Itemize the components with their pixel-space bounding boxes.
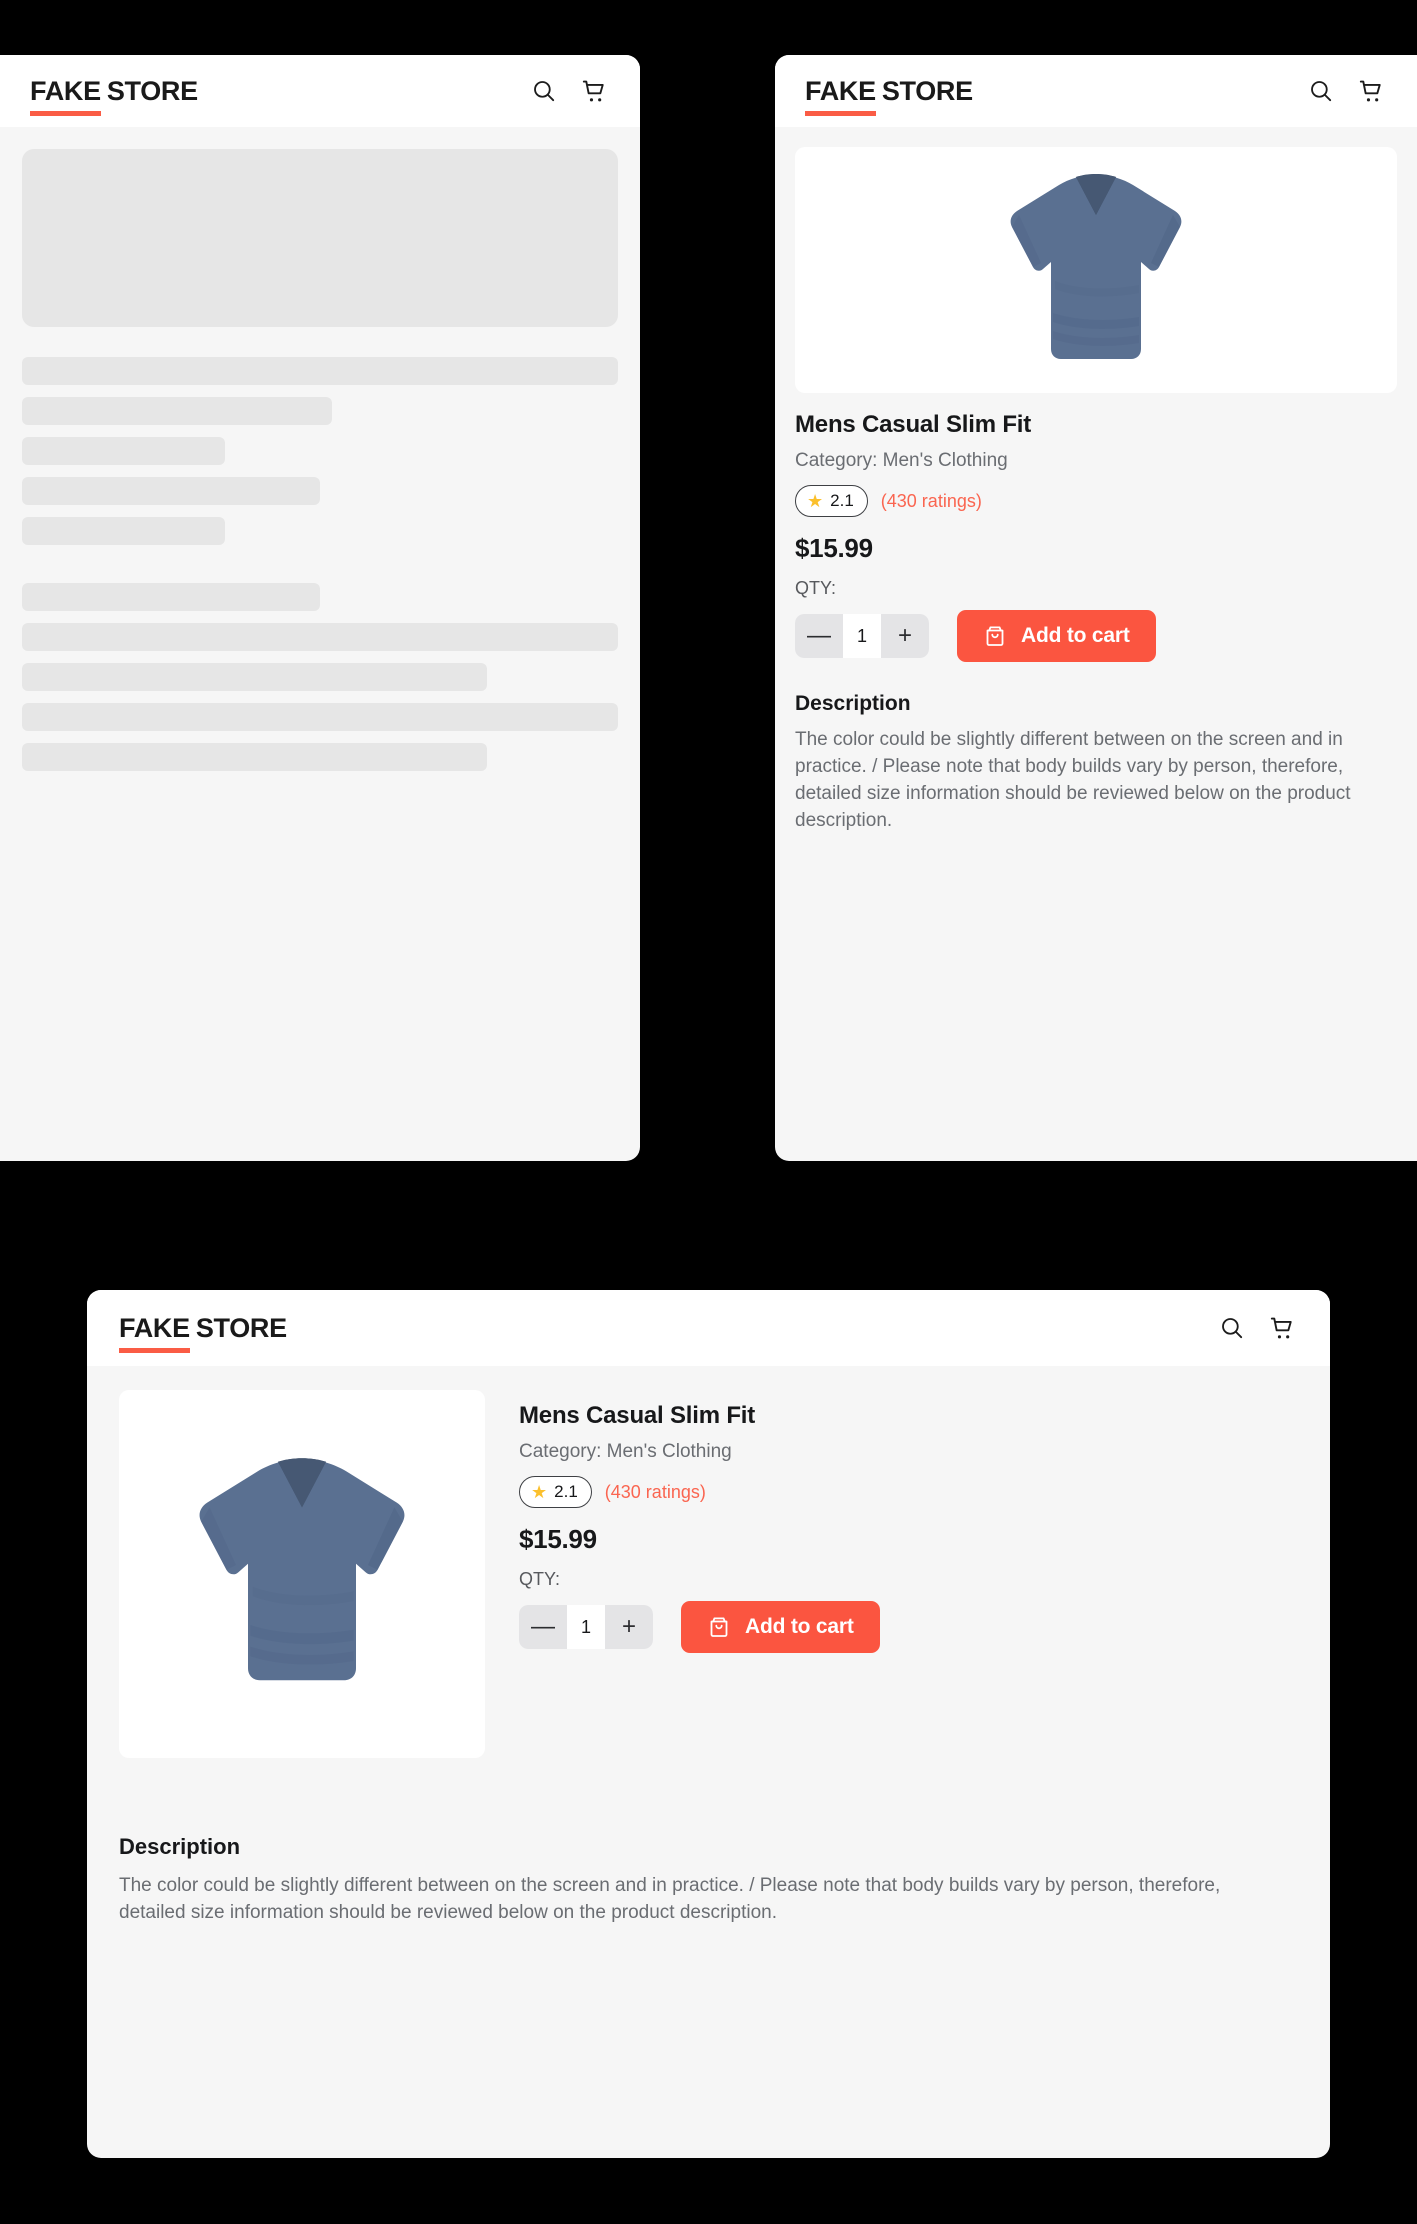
product-image[interactable] [119, 1390, 485, 1758]
shopping-cart-icon[interactable] [578, 75, 610, 107]
rating-count: (430 ratings) [604, 1481, 706, 1502]
logo-text-secondary: STORE [106, 75, 198, 106]
logo-text-secondary: STORE [195, 1312, 287, 1343]
store-logo[interactable]: FAKE STORE [805, 75, 973, 116]
search-icon[interactable] [1216, 1312, 1248, 1344]
add-to-cart-label: Add to cart [1021, 624, 1130, 647]
shopping-bag-icon [707, 1615, 731, 1639]
description-text: The color could be slightly different be… [795, 729, 1351, 831]
quantity-decrement-button[interactable]: — [519, 1605, 567, 1649]
panel-product-detail-mobile: FAKE STORE Mens Casual Slim Fit Category… [775, 55, 1417, 1161]
product-image[interactable] [795, 147, 1397, 393]
description-section: Description The color could be slightly … [119, 1758, 1298, 1927]
store-header: FAKE STORE [775, 55, 1417, 127]
rating-count: (430 ratings) [880, 490, 982, 511]
description-text: The color could be slightly different be… [119, 1875, 1221, 1923]
quantity-stepper[interactable]: — 1 + [795, 614, 929, 658]
logo-text-primary: FAKE [30, 75, 101, 116]
add-to-cart-button[interactable]: Add to cart [957, 610, 1156, 662]
skeleton-line [22, 583, 320, 611]
rating-badge: ★ 2.1 [795, 485, 868, 517]
skeleton-line [22, 437, 225, 465]
product-category: Category: Men's Clothing [795, 450, 1008, 471]
shopping-bag-icon [983, 624, 1007, 648]
header-actions [528, 75, 610, 107]
product-info: Mens Casual Slim Fit Category: Men's Clo… [795, 393, 1397, 835]
screenshot-stage: FAKE STORE FAKE STORE Mens Casual Slim F… [0, 0, 1417, 2224]
quantity-decrement-button[interactable]: — [795, 614, 843, 658]
search-icon[interactable] [528, 75, 560, 107]
product-title: Mens Casual Slim Fit [795, 411, 1032, 438]
star-icon: ★ [807, 491, 824, 511]
store-header: FAKE STORE [0, 55, 640, 127]
product-detail-top: Mens Casual Slim Fit Category: Men's Clo… [119, 1390, 1298, 1758]
logo-text-primary: FAKE [119, 1312, 190, 1353]
skeleton-body [0, 127, 640, 771]
panel-loading-skeleton: FAKE STORE [0, 55, 640, 1161]
store-header: FAKE STORE [87, 1290, 1330, 1366]
rating-row: ★ 2.1 (430 ratings) [519, 1476, 1298, 1508]
product-info: Mens Casual Slim Fit Category: Men's Clo… [519, 1390, 1298, 1653]
skeleton-hero-block [22, 149, 618, 327]
rating-value: 2.1 [830, 491, 854, 510]
skeleton-line [22, 663, 487, 691]
rating-row: ★ 2.1 (430 ratings) [795, 485, 1397, 517]
quantity-label: QTY: [795, 578, 837, 598]
quantity-label: QTY: [519, 1569, 561, 1589]
product-price: $15.99 [795, 533, 873, 563]
product-detail-body: Mens Casual Slim Fit Category: Men's Clo… [87, 1366, 1330, 1927]
buy-row: — 1 + Add to cart [795, 610, 1397, 662]
product-detail-body: Mens Casual Slim Fit Category: Men's Clo… [775, 127, 1417, 835]
quantity-value[interactable]: 1 [567, 1605, 605, 1649]
description-section: Description The color could be slightly … [795, 662, 1397, 835]
description-heading: Description [795, 692, 911, 715]
skeleton-spacer [22, 557, 618, 583]
product-title: Mens Casual Slim Fit [519, 1402, 756, 1429]
panel-product-detail-desktop: FAKE STORE Mens Casual Slim Fit Category… [87, 1290, 1330, 2158]
store-logo[interactable]: FAKE STORE [30, 75, 198, 116]
header-actions [1216, 1312, 1298, 1344]
skeleton-line [22, 357, 618, 385]
store-logo[interactable]: FAKE STORE [119, 1312, 287, 1353]
buy-row: — 1 + Add to cart [519, 1601, 1298, 1653]
add-to-cart-label: Add to cart [745, 1615, 854, 1638]
quantity-stepper[interactable]: — 1 + [519, 1605, 653, 1649]
star-icon: ★ [531, 1482, 548, 1502]
shopping-cart-icon[interactable] [1266, 1312, 1298, 1344]
product-category: Category: Men's Clothing [519, 1441, 732, 1462]
product-price: $15.99 [519, 1524, 597, 1554]
logo-text-secondary: STORE [881, 75, 973, 106]
rating-badge: ★ 2.1 [519, 1476, 592, 1508]
rating-value: 2.1 [554, 1482, 578, 1501]
skeleton-line [22, 743, 487, 771]
skeleton-line [22, 623, 618, 651]
header-actions [1305, 75, 1387, 107]
logo-text-primary: FAKE [805, 75, 876, 116]
shopping-cart-icon[interactable] [1355, 75, 1387, 107]
skeleton-line [22, 397, 332, 425]
quantity-value[interactable]: 1 [843, 614, 881, 658]
quantity-increment-button[interactable]: + [881, 614, 929, 658]
skeleton-line [22, 703, 618, 731]
description-heading: Description [119, 1834, 241, 1859]
quantity-increment-button[interactable]: + [605, 1605, 653, 1649]
search-icon[interactable] [1305, 75, 1337, 107]
skeleton-line [22, 477, 320, 505]
skeleton-line [22, 517, 225, 545]
add-to-cart-button[interactable]: Add to cart [681, 1601, 880, 1653]
